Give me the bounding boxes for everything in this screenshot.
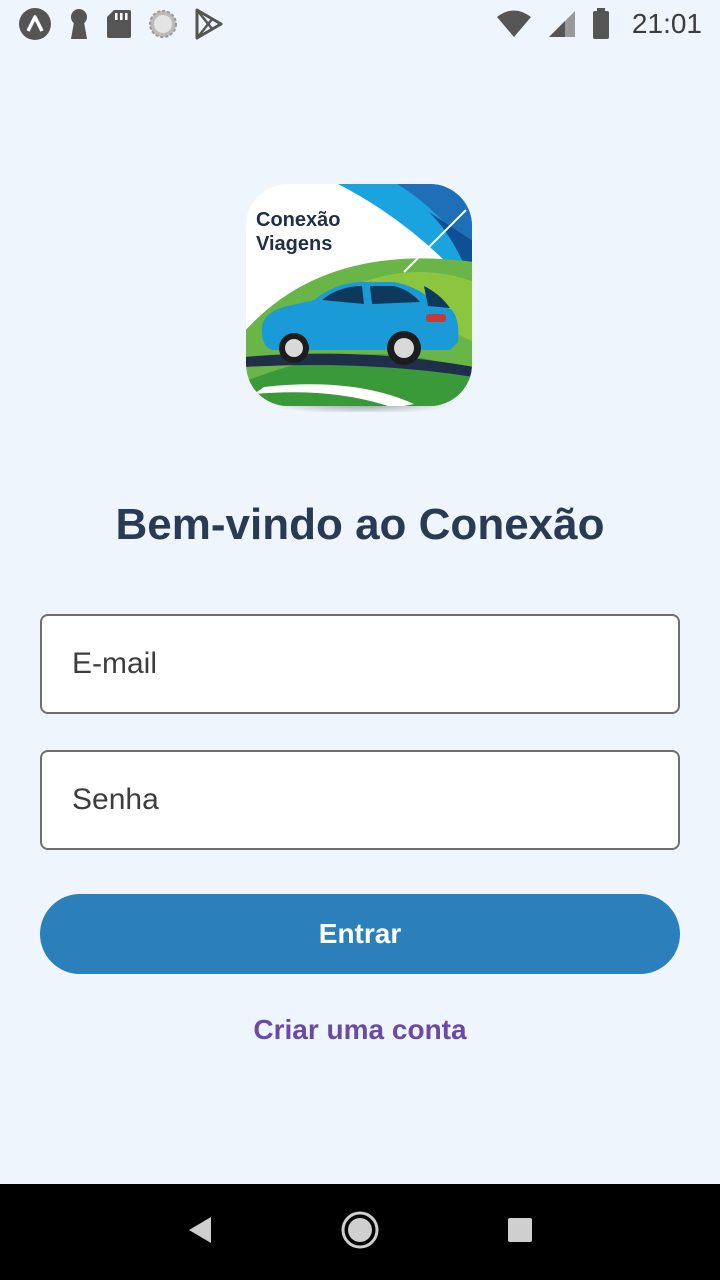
status-time: 21:01 [631, 8, 702, 39]
navigation-bar [0, 1184, 720, 1280]
recents-icon [506, 1216, 534, 1249]
password-input[interactable] [42, 752, 678, 848]
login-button[interactable]: Entrar [40, 894, 680, 974]
sd-card-icon [106, 9, 132, 39]
play-store-icon [194, 8, 224, 40]
keyhole-icon [68, 8, 90, 40]
logo-text-line2: Viagens [256, 233, 332, 255]
expo-icon [18, 7, 52, 41]
loading-icon [148, 9, 178, 39]
home-icon [340, 1210, 380, 1255]
back-button[interactable] [170, 1202, 230, 1262]
logo-text-line1: Conexão [256, 209, 340, 231]
app-logo: Conexão Viagens [244, 182, 474, 414]
password-field[interactable] [40, 750, 680, 850]
signal-icon [548, 10, 576, 38]
back-icon [186, 1215, 214, 1250]
home-button[interactable] [330, 1202, 390, 1262]
wifi-icon [496, 10, 532, 38]
status-right: 21:01 [496, 8, 702, 40]
create-account-link[interactable]: Criar uma conta [0, 1014, 720, 1046]
recents-button[interactable] [490, 1202, 550, 1262]
battery-icon [592, 8, 610, 40]
email-input[interactable] [42, 616, 678, 712]
email-field[interactable] [40, 614, 680, 714]
status-bar: 21:01 [0, 0, 720, 48]
status-left [18, 7, 224, 41]
page-title: Bem-vindo ao Conexão [115, 500, 605, 549]
